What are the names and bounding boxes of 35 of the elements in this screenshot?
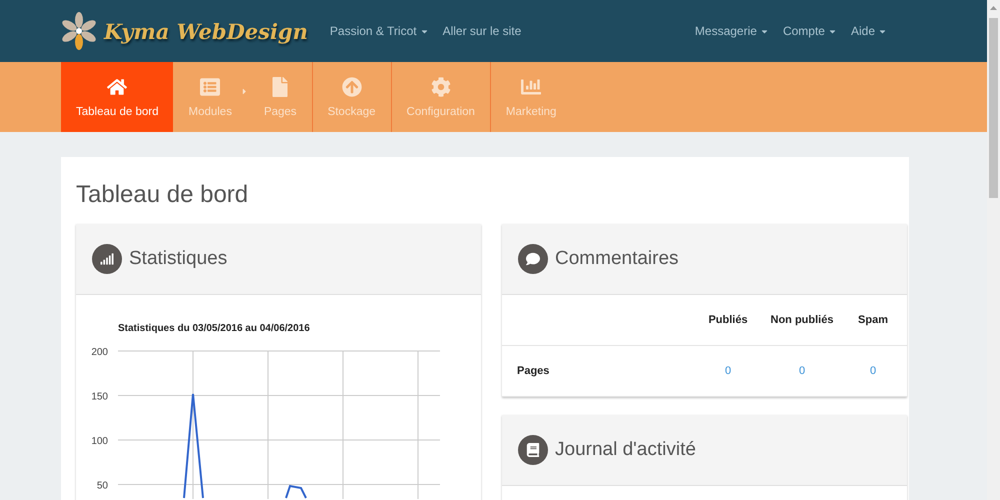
table-cell: 0 — [839, 346, 907, 397]
file-icon — [270, 76, 290, 96]
list-icon — [200, 76, 220, 96]
menu-link[interactable]: Aide — [850, 24, 887, 38]
row-header: Pages — [502, 346, 691, 397]
axis-tick-label: 200 — [91, 347, 108, 358]
scrollbar[interactable] — [987, 0, 1000, 500]
book-icon — [518, 435, 548, 465]
card-title: Statistiques — [129, 248, 228, 270]
menu-link[interactable]: Passion & Tricot — [330, 24, 429, 38]
upload-icon — [342, 76, 362, 96]
column-header: Non publiés — [765, 295, 839, 346]
column-header: Spam — [839, 295, 907, 346]
menu-link[interactable]: Compte — [782, 24, 837, 38]
axis-tick-label: 100 — [91, 436, 108, 447]
signal-bars-icon — [92, 244, 122, 274]
menu-link[interactable]: Messagerie — [694, 24, 769, 38]
speech-bubble-icon — [518, 244, 548, 274]
card-title: Commentaires — [555, 248, 679, 270]
gear-icon — [430, 76, 451, 96]
axis-tick-label: 50 — [96, 480, 108, 492]
nav-tab[interactable]: Tableau de bord — [61, 62, 174, 132]
menu-link[interactable]: Aller sur le site — [442, 24, 522, 38]
chart-title: Statistiques du 03/05/2016 au 04/06/2016 — [118, 323, 310, 334]
chart-icon — [521, 76, 542, 96]
page-title: Tableau de bord — [76, 181, 250, 209]
column-header: Publiés — [691, 295, 765, 346]
table-cell: 0 — [765, 346, 839, 397]
logo-text: Kyma WebDesign — [104, 18, 308, 44]
axis-tick-label: 150 — [91, 392, 108, 402]
table-cell: 0 — [691, 346, 765, 397]
card-title: Journal d'activité — [555, 439, 696, 461]
scroll-up-arrow-icon[interactable] — [990, 6, 997, 10]
home-icon — [107, 76, 128, 96]
flower-logo-icon — [60, 12, 98, 50]
